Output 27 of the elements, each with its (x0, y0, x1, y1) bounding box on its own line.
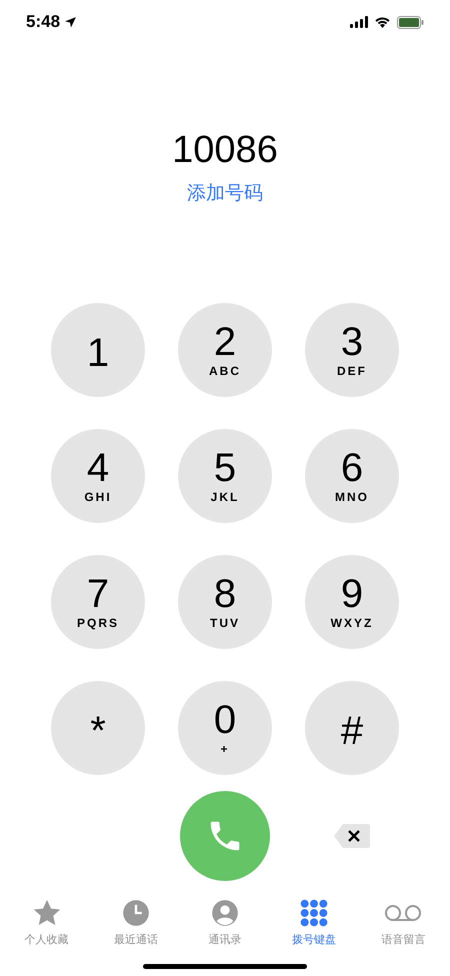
dial-key[interactable]: 2 ABC (178, 302, 272, 396)
dial-key[interactable]: # (305, 680, 399, 774)
delete-button[interactable] (332, 822, 372, 850)
signal-icon (350, 16, 368, 28)
keypad-icon (300, 898, 328, 926)
dial-key[interactable]: 8 TUV (178, 554, 272, 648)
location-arrow-icon (64, 16, 78, 28)
battery-icon (397, 16, 424, 28)
star-icon (32, 898, 62, 928)
dial-key[interactable]: 3 DEF (305, 302, 399, 396)
wifi-icon (374, 16, 391, 28)
person-icon (211, 898, 239, 926)
dial-key[interactable]: 7 PQRS (51, 554, 145, 648)
add-number-link[interactable]: 添加号码 (187, 180, 263, 208)
dial-key[interactable]: 0 + (178, 680, 272, 774)
dial-key[interactable]: * (51, 680, 145, 774)
voicemail-icon (384, 902, 422, 922)
dial-key[interactable]: 1 (51, 302, 145, 396)
dialed-number: 10086 (172, 128, 278, 173)
dial-key[interactable]: 4 GHI (51, 428, 145, 522)
backspace-icon (333, 822, 371, 848)
dial-key[interactable]: 9 WXYZ (305, 554, 399, 648)
status-time: 5:48 (26, 11, 60, 34)
clock-icon (122, 898, 150, 926)
tab[interactable]: 拨号键盘 (270, 898, 359, 948)
dial-key[interactable]: 6 MNO (305, 428, 399, 522)
dial-key[interactable]: 5 JKL (178, 428, 272, 522)
